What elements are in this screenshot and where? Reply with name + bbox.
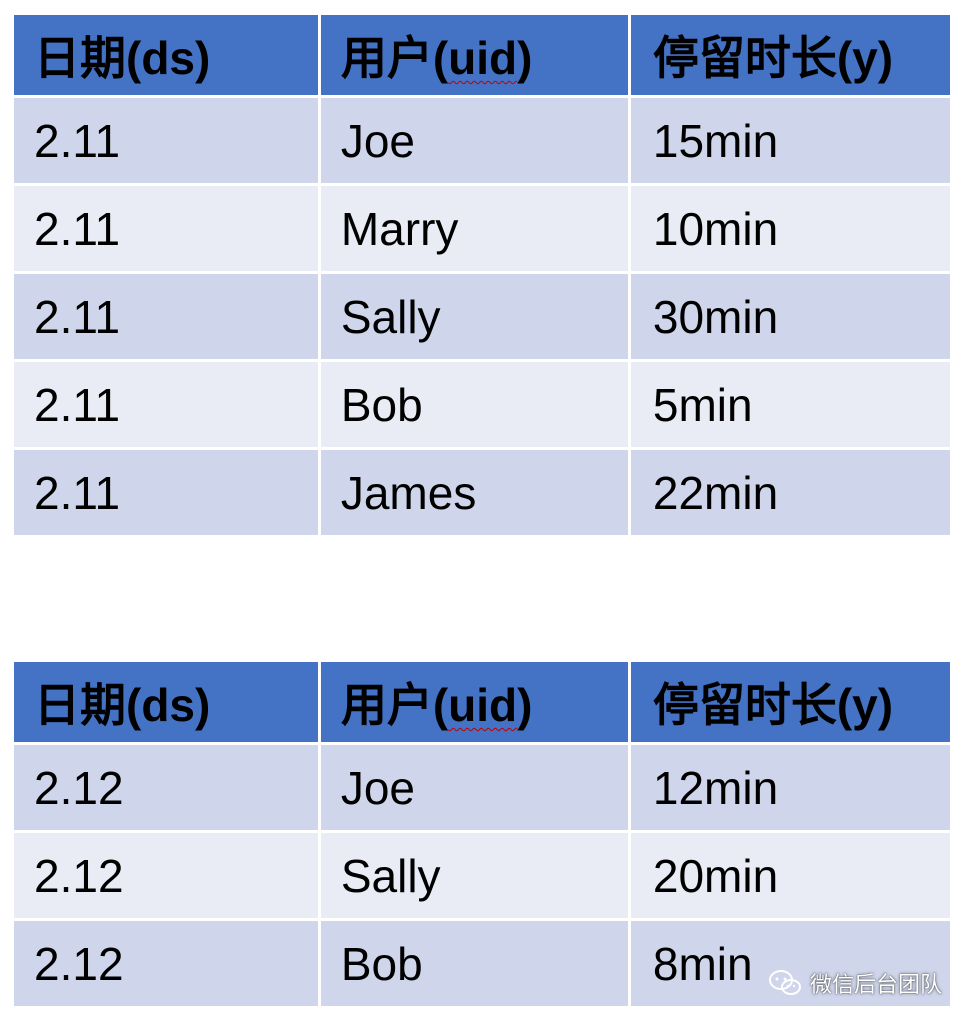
cell-stay: 15min: [630, 98, 950, 183]
cell-date: 2.12: [14, 921, 318, 1006]
header-stay: 停留时长(y): [630, 662, 950, 742]
cell-stay: 20min: [630, 833, 950, 918]
cell-stay: 22min: [630, 450, 950, 535]
header-user: 用户(uid): [320, 662, 628, 742]
wechat-icon: [768, 970, 801, 995]
table-day-1: 日期(ds) 用户(uid) 停留时长(y) 2.11 Joe 15min 2.…: [11, 12, 953, 538]
cell-date: 2.12: [14, 833, 318, 918]
table-row: 2.12 Sally 20min: [14, 833, 950, 918]
cell-user: Sally: [320, 274, 628, 359]
cell-date: 2.11: [14, 98, 318, 183]
header-user: 用户(uid): [320, 15, 628, 95]
watermark: 微信后台团队: [768, 967, 942, 999]
table-header-row: 日期(ds) 用户(uid) 停留时长(y): [14, 662, 950, 742]
cell-date: 2.11: [14, 274, 318, 359]
cell-user: Sally: [320, 833, 628, 918]
cell-date: 2.11: [14, 186, 318, 271]
cell-stay: 12min: [630, 745, 950, 830]
header-stay: 停留时长(y): [630, 15, 950, 95]
table-row: 2.12 Joe 12min: [14, 745, 950, 830]
cell-date: 2.12: [14, 745, 318, 830]
table-row: 2.11 Joe 15min: [14, 98, 950, 183]
table-row: 2.11 James 22min: [14, 450, 950, 535]
table-row: 2.11 Bob 5min: [14, 362, 950, 447]
header-date: 日期(ds): [14, 15, 318, 95]
cell-user: James: [320, 450, 628, 535]
header-date: 日期(ds): [14, 662, 318, 742]
cell-user: Bob: [320, 921, 628, 1006]
table-day-2: 日期(ds) 用户(uid) 停留时长(y) 2.12 Joe 12min 2.…: [11, 659, 953, 1009]
table-header-row: 日期(ds) 用户(uid) 停留时长(y): [14, 15, 950, 95]
cell-date: 2.11: [14, 362, 318, 447]
watermark-text: 微信后台团队: [809, 972, 942, 997]
cell-user: Joe: [320, 98, 628, 183]
cell-user: Marry: [320, 186, 628, 271]
cell-date: 2.11: [14, 450, 318, 535]
table-row: 2.11 Sally 30min: [14, 274, 950, 359]
cell-stay: 5min: [630, 362, 950, 447]
cell-stay: 10min: [630, 186, 950, 271]
cell-user: Bob: [320, 362, 628, 447]
cell-user: Joe: [320, 745, 628, 830]
cell-stay: 30min: [630, 274, 950, 359]
table-row: 2.11 Marry 10min: [14, 186, 950, 271]
